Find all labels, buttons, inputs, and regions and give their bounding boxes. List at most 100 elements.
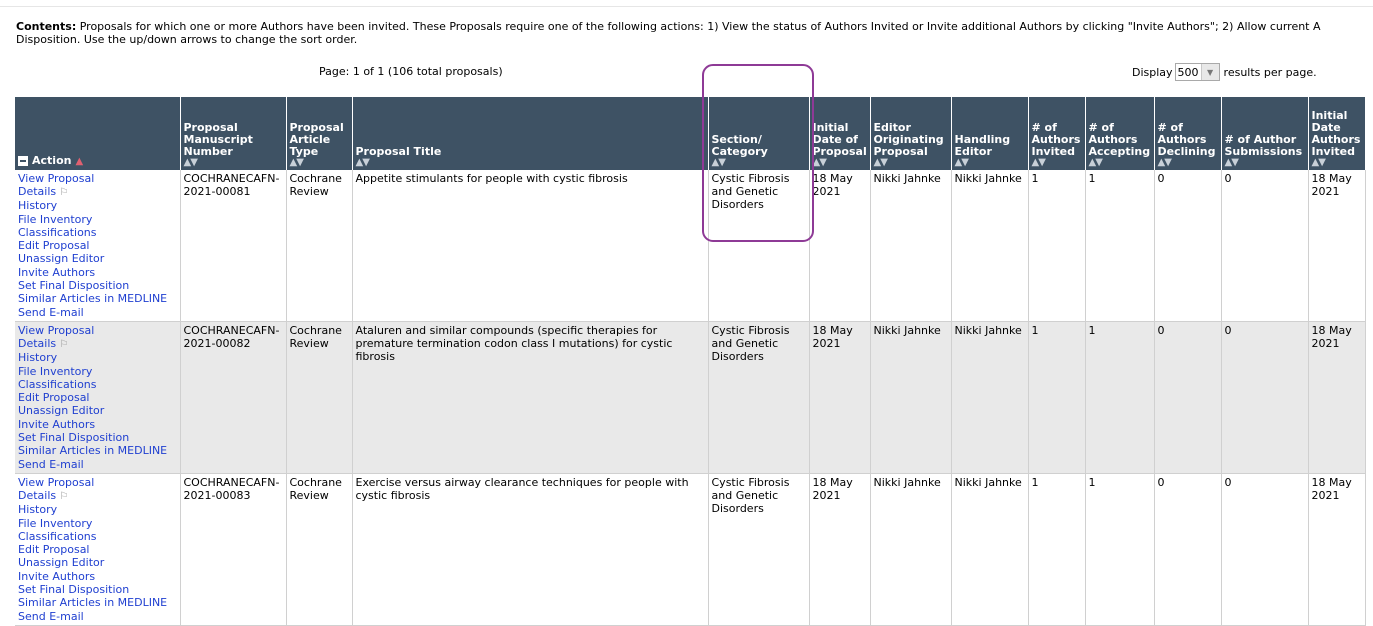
details-link[interactable]: Details [18,489,56,502]
flag-icon[interactable]: ⚐ [56,491,68,502]
cell-initial-invited: 18 May 2021 [1308,473,1366,626]
unassign-editor-link[interactable]: Unassign Editor [18,404,178,417]
cell-section: Cystic Fibrosis and Genetic Disorders [708,473,810,626]
history-link[interactable]: History [18,503,178,516]
sort-arrows-icon[interactable]: ▲▼ [712,158,807,168]
cell-section: Cystic Fibrosis and Genetic Disorders [708,321,810,474]
table-header-row: Action ▲ Proposal Manuscript Number ▲▼ Pr… [15,97,1366,170]
details-link-wrapper: Details ⚐ [18,489,178,503]
history-link[interactable]: History [18,351,178,364]
details-link-wrapper: Details ⚐ [18,337,178,351]
invite-authors-link[interactable]: Invite Authors [18,570,178,583]
display-suffix: results per page. [1223,65,1317,79]
sort-arrows-icon[interactable]: ▲▼ [356,158,706,168]
view-proposal-link[interactable]: View Proposal [18,172,178,185]
details-link[interactable]: Details [18,337,56,350]
cell-handling: Nikki Jahnke [951,321,1029,474]
edit-proposal-link[interactable]: Edit Proposal [18,239,178,252]
cell-article-type: Cochrane Review [286,321,353,474]
action-links-cell: View Proposal Details ⚐ History File Invent… [15,170,181,322]
classifications-link[interactable]: Classifications [18,378,178,391]
cell-accepting: 1 [1085,170,1155,322]
edit-proposal-link[interactable]: Edit Proposal [18,543,178,556]
sort-arrows-icon[interactable]: ▲▼ [290,158,350,168]
cell-accepting: 1 [1085,321,1155,474]
set-final-disposition-link[interactable]: Set Final Disposition [18,279,178,292]
unassign-editor-link[interactable]: Unassign Editor [18,252,178,265]
cell-submissions: 0 [1221,321,1309,474]
col-action: Action ▲ [15,97,181,170]
col-initial-invited-label: Initial Date Authors Invited [1311,109,1361,158]
invite-authors-link[interactable]: Invite Authors [18,418,178,431]
cell-editor-orig: Nikki Jahnke [870,321,952,474]
file-inventory-link[interactable]: File Inventory [18,213,178,226]
unassign-editor-link[interactable]: Unassign Editor [18,556,178,569]
cell-manuscript: COCHRANECAFN-2021-00083 [180,473,287,626]
contents-description: Contents: Proposals for which one or mor… [16,20,1373,46]
invite-authors-link[interactable]: Invite Authors [18,266,178,279]
cell-manuscript: COCHRANECAFN-2021-00081 [180,170,287,322]
set-final-disposition-link[interactable]: Set Final Disposition [18,431,178,444]
cell-declining: 0 [1154,170,1222,322]
proposals-table: Action ▲ Proposal Manuscript Number ▲▼ Pr… [15,97,1366,626]
sort-arrows-icon[interactable]: ▲▼ [1225,158,1306,168]
col-section-label: Section/ Category [711,133,768,158]
file-inventory-link[interactable]: File Inventory [18,517,178,530]
cell-initial-invited: 18 May 2021 [1308,321,1366,474]
col-authors-invited: # of Authors Invited ▲▼ [1028,97,1086,170]
contents-text: Proposals for which one or more Authors … [79,20,1321,33]
col-authors-accepting: # of Authors Accepting ▲▼ [1085,97,1155,170]
cell-invited: 1 [1028,321,1086,474]
send-e-mail-link[interactable]: Send E-mail [18,610,178,623]
flag-icon[interactable]: ⚐ [56,339,68,350]
chevron-down-icon[interactable]: ▼ [1200,64,1219,80]
display-per-page: Display 500 ▼ results per page. [1132,63,1317,81]
collapse-icon[interactable] [18,156,28,166]
action-links-cell: View Proposal Details ⚐ History File Invent… [15,473,181,626]
similar-articles-in-medline-link[interactable]: Similar Articles in MEDLINE [18,444,178,457]
classifications-link[interactable]: Classifications [18,530,178,543]
col-manuscript-label: Proposal Manuscript Number [183,121,253,158]
sort-arrows-icon[interactable]: ▲▼ [1158,158,1219,168]
table-row: View Proposal Details ⚐ History File Invent… [15,170,1366,322]
cell-section: Cystic Fibrosis and Genetic Disorders [708,170,810,322]
results-per-page-select[interactable]: 500 ▼ [1174,63,1220,81]
action-links-cell: View Proposal Details ⚐ History File Invent… [15,321,181,474]
similar-articles-in-medline-link[interactable]: Similar Articles in MEDLINE [18,596,178,609]
edit-proposal-link[interactable]: Edit Proposal [18,391,178,404]
cell-initial-date: 18 May 2021 [809,170,871,322]
sort-arrows-icon[interactable]: ▲▼ [813,158,868,168]
cell-initial-invited: 18 May 2021 [1308,170,1366,322]
similar-articles-in-medline-link[interactable]: Similar Articles in MEDLINE [18,292,178,305]
file-inventory-link[interactable]: File Inventory [18,365,178,378]
history-link[interactable]: History [18,199,178,212]
cell-declining: 0 [1154,321,1222,474]
col-handling-editor: Handling Editor ▲▼ [951,97,1029,170]
details-link-wrapper: Details ⚐ [18,185,178,199]
sort-arrows-icon[interactable]: ▲▼ [874,158,949,168]
col-manuscript-number: Proposal Manuscript Number ▲▼ [180,97,287,170]
view-proposal-link[interactable]: View Proposal [18,324,178,337]
sort-arrows-icon[interactable]: ▲▼ [955,158,1026,168]
send-e-mail-link[interactable]: Send E-mail [18,458,178,471]
view-proposal-link[interactable]: View Proposal [18,476,178,489]
col-accepting-label: # of Authors Accepting [1088,121,1151,158]
sort-arrows-icon[interactable]: ▲▼ [1089,158,1152,168]
classifications-link[interactable]: Classifications [18,226,178,239]
cell-title: Appetite stimulants for people with cyst… [352,170,709,322]
sort-arrows-icon[interactable]: ▲▼ [1032,158,1083,168]
sort-warning-icon: ▲ [75,156,84,167]
sort-arrows-icon[interactable]: ▲▼ [184,158,284,168]
send-e-mail-link[interactable]: Send E-mail [18,306,178,319]
details-link[interactable]: Details [18,185,56,198]
col-article-type-label: Proposal Article Type [289,121,344,158]
cell-initial-date: 18 May 2021 [809,321,871,474]
flag-icon[interactable]: ⚐ [56,187,68,198]
cell-declining: 0 [1154,473,1222,626]
contents-label: Contents: [16,20,77,33]
table-row: View Proposal Details ⚐ History File Invent… [15,321,1366,474]
col-section-category: Section/ Category ▲▼ [708,97,810,170]
sort-arrows-icon[interactable]: ▲▼ [1312,158,1363,168]
cell-title: Exercise versus airway clearance techniq… [352,473,709,626]
set-final-disposition-link[interactable]: Set Final Disposition [18,583,178,596]
